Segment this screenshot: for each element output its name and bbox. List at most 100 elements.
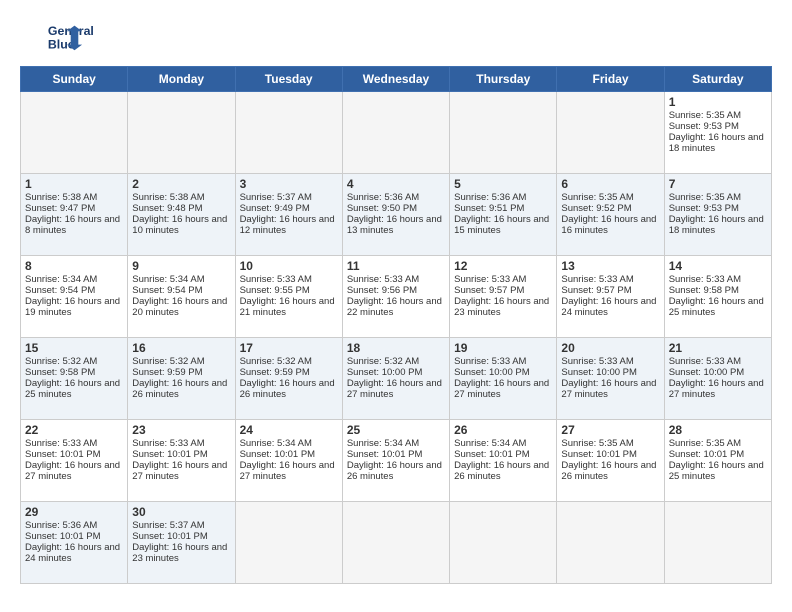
- calendar-cell: 19Sunrise: 5:33 AMSunset: 10:00 PMDaylig…: [450, 338, 557, 420]
- calendar-week-4: 15Sunrise: 5:32 AMSunset: 9:58 PMDayligh…: [21, 338, 772, 420]
- day-number: 19: [454, 341, 552, 355]
- calendar-cell: [450, 92, 557, 174]
- sunset: Sunset: 9:53 PM: [669, 203, 739, 214]
- calendar-cell: 8Sunrise: 5:34 AMSunset: 9:54 PMDaylight…: [21, 256, 128, 338]
- daylight-label: Daylight: 16 hours and 27 minutes: [25, 460, 120, 482]
- sunrise: Sunrise: 5:33 AM: [240, 274, 312, 285]
- sunset: Sunset: 9:47 PM: [25, 203, 95, 214]
- day-number: 26: [454, 423, 552, 437]
- daylight-label: Daylight: 16 hours and 18 minutes: [669, 132, 764, 154]
- day-number: 27: [561, 423, 659, 437]
- calendar-week-5: 22Sunrise: 5:33 AMSunset: 10:01 PMDaylig…: [21, 420, 772, 502]
- sunrise: Sunrise: 5:37 AM: [132, 520, 204, 531]
- day-header-tuesday: Tuesday: [235, 67, 342, 92]
- calendar-cell: 1Sunrise: 5:38 AMSunset: 9:47 PMDaylight…: [21, 174, 128, 256]
- day-number: 20: [561, 341, 659, 355]
- logo: General Blue: [20, 18, 110, 56]
- calendar-week-6: 29Sunrise: 5:36 AMSunset: 10:01 PMDaylig…: [21, 502, 772, 584]
- sunrise: Sunrise: 5:33 AM: [561, 274, 633, 285]
- calendar-cell: [128, 92, 235, 174]
- day-number: 2: [132, 177, 230, 191]
- day-header-sunday: Sunday: [21, 67, 128, 92]
- sunset: Sunset: 9:53 PM: [669, 121, 739, 132]
- day-number: 6: [561, 177, 659, 191]
- sunset: Sunset: 9:50 PM: [347, 203, 417, 214]
- daylight-label: Daylight: 16 hours and 26 minutes: [240, 378, 335, 400]
- day-number: 3: [240, 177, 338, 191]
- day-number: 1: [669, 95, 767, 109]
- daylight-label: Daylight: 16 hours and 25 minutes: [669, 460, 764, 482]
- sunrise: Sunrise: 5:33 AM: [347, 274, 419, 285]
- sunset: Sunset: 10:01 PM: [25, 531, 101, 542]
- daylight-label: Daylight: 16 hours and 19 minutes: [25, 296, 120, 318]
- calendar-cell: 23Sunrise: 5:33 AMSunset: 10:01 PMDaylig…: [128, 420, 235, 502]
- calendar-cell: [342, 502, 449, 584]
- sunrise: Sunrise: 5:35 AM: [669, 110, 741, 121]
- daylight-label: Daylight: 16 hours and 27 minutes: [132, 460, 227, 482]
- day-number: 10: [240, 259, 338, 273]
- calendar-cell: 15Sunrise: 5:32 AMSunset: 9:58 PMDayligh…: [21, 338, 128, 420]
- day-number: 12: [454, 259, 552, 273]
- sunset: Sunset: 9:56 PM: [347, 285, 417, 296]
- sunset: Sunset: 9:57 PM: [561, 285, 631, 296]
- day-number: 24: [240, 423, 338, 437]
- daylight-label: Daylight: 16 hours and 26 minutes: [561, 460, 656, 482]
- calendar-cell: [342, 92, 449, 174]
- day-number: 25: [347, 423, 445, 437]
- calendar-cell: 25Sunrise: 5:34 AMSunset: 10:01 PMDaylig…: [342, 420, 449, 502]
- day-number: 9: [132, 259, 230, 273]
- sunset: Sunset: 9:55 PM: [240, 285, 310, 296]
- sunset: Sunset: 9:59 PM: [240, 367, 310, 378]
- daylight-label: Daylight: 16 hours and 26 minutes: [347, 460, 442, 482]
- sunrise: Sunrise: 5:34 AM: [240, 438, 312, 449]
- day-header-saturday: Saturday: [664, 67, 771, 92]
- daylight-label: Daylight: 16 hours and 18 minutes: [669, 214, 764, 236]
- daylight-label: Daylight: 16 hours and 12 minutes: [240, 214, 335, 236]
- calendar-cell: 5Sunrise: 5:36 AMSunset: 9:51 PMDaylight…: [450, 174, 557, 256]
- daylight-label: Daylight: 16 hours and 21 minutes: [240, 296, 335, 318]
- calendar-week-3: 8Sunrise: 5:34 AMSunset: 9:54 PMDaylight…: [21, 256, 772, 338]
- calendar-week-2: 1Sunrise: 5:38 AMSunset: 9:47 PMDaylight…: [21, 174, 772, 256]
- daylight-label: Daylight: 16 hours and 8 minutes: [25, 214, 120, 236]
- sunset: Sunset: 10:00 PM: [454, 367, 530, 378]
- calendar-cell: 17Sunrise: 5:32 AMSunset: 9:59 PMDayligh…: [235, 338, 342, 420]
- day-number: 21: [669, 341, 767, 355]
- sunset: Sunset: 10:01 PM: [240, 449, 316, 460]
- daylight-label: Daylight: 16 hours and 27 minutes: [454, 378, 549, 400]
- header-row: SundayMondayTuesdayWednesdayThursdayFrid…: [21, 67, 772, 92]
- calendar-cell: 21Sunrise: 5:33 AMSunset: 10:00 PMDaylig…: [664, 338, 771, 420]
- sunrise: Sunrise: 5:33 AM: [561, 356, 633, 367]
- sunset: Sunset: 10:01 PM: [25, 449, 101, 460]
- day-number: 8: [25, 259, 123, 273]
- sunset: Sunset: 9:54 PM: [25, 285, 95, 296]
- daylight-label: Daylight: 16 hours and 25 minutes: [25, 378, 120, 400]
- day-number: 11: [347, 259, 445, 273]
- daylight-label: Daylight: 16 hours and 27 minutes: [347, 378, 442, 400]
- daylight-label: Daylight: 16 hours and 23 minutes: [132, 542, 227, 564]
- day-header-wednesday: Wednesday: [342, 67, 449, 92]
- calendar-cell: [235, 502, 342, 584]
- daylight-label: Daylight: 16 hours and 20 minutes: [132, 296, 227, 318]
- day-number: 23: [132, 423, 230, 437]
- day-number: 28: [669, 423, 767, 437]
- day-number: 14: [669, 259, 767, 273]
- sunrise: Sunrise: 5:32 AM: [347, 356, 419, 367]
- calendar-cell: 29Sunrise: 5:36 AMSunset: 10:01 PMDaylig…: [21, 502, 128, 584]
- daylight-label: Daylight: 16 hours and 26 minutes: [132, 378, 227, 400]
- sunrise: Sunrise: 5:33 AM: [669, 274, 741, 285]
- calendar-cell: 2Sunrise: 5:38 AMSunset: 9:48 PMDaylight…: [128, 174, 235, 256]
- sunset: Sunset: 9:51 PM: [454, 203, 524, 214]
- sunrise: Sunrise: 5:32 AM: [25, 356, 97, 367]
- sunrise: Sunrise: 5:34 AM: [454, 438, 526, 449]
- calendar-cell: [235, 92, 342, 174]
- daylight-label: Daylight: 16 hours and 25 minutes: [669, 296, 764, 318]
- sunset: Sunset: 10:01 PM: [454, 449, 530, 460]
- daylight-label: Daylight: 16 hours and 26 minutes: [454, 460, 549, 482]
- calendar-cell: 16Sunrise: 5:32 AMSunset: 9:59 PMDayligh…: [128, 338, 235, 420]
- calendar-cell: 22Sunrise: 5:33 AMSunset: 10:01 PMDaylig…: [21, 420, 128, 502]
- day-number: 30: [132, 505, 230, 519]
- calendar-cell: [664, 502, 771, 584]
- daylight-label: Daylight: 16 hours and 24 minutes: [25, 542, 120, 564]
- daylight-label: Daylight: 16 hours and 24 minutes: [561, 296, 656, 318]
- sunrise: Sunrise: 5:33 AM: [669, 356, 741, 367]
